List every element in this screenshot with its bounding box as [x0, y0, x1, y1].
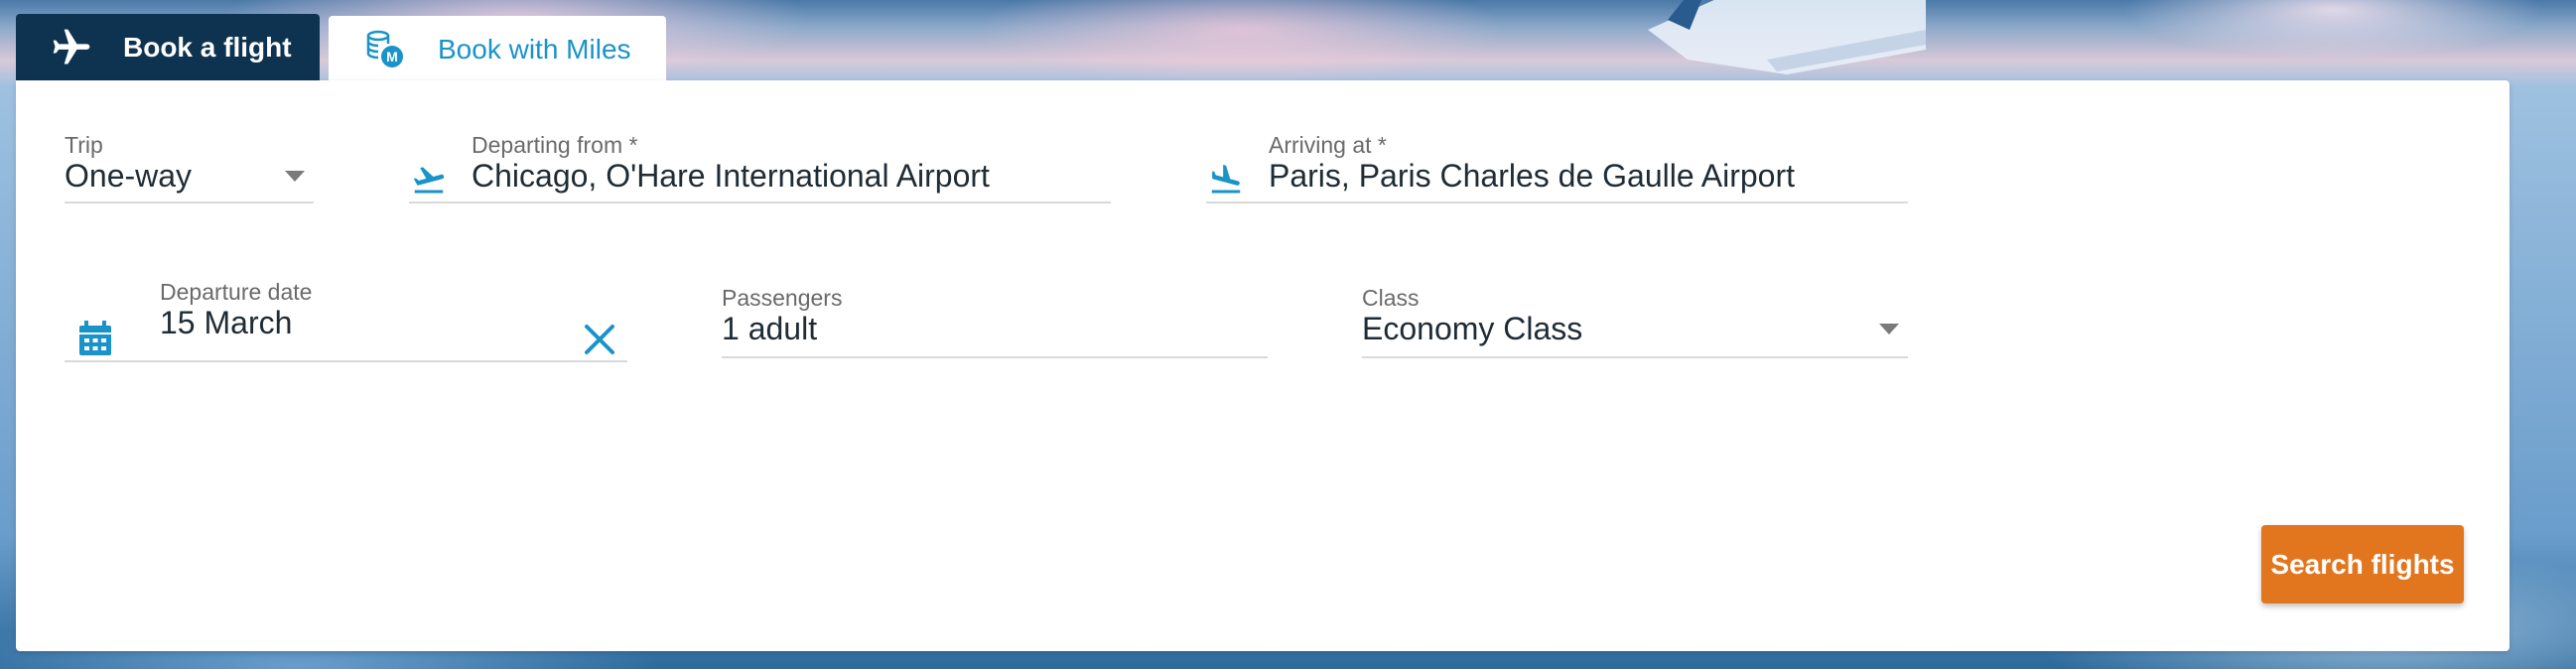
chevron-down-icon: [285, 170, 305, 188]
trip-label: Trip: [65, 132, 103, 158]
departing-from-value: Chicago, O'Hare International Airport: [472, 158, 990, 194]
tab-label: Book a flight: [123, 31, 292, 63]
trip-select[interactable]: Trip One-way: [65, 132, 314, 203]
arriving-at-value: Paris, Paris Charles de Gaulle Airport: [1269, 158, 1795, 194]
tab-book-with-miles[interactable]: M Book with Miles: [329, 16, 666, 82]
class-select[interactable]: Class Economy Class: [1362, 285, 1908, 358]
miles-coins-icon: M: [364, 28, 408, 71]
chevron-down-icon: [1879, 323, 1899, 340]
booking-form-panel: Trip One-way Departing from * Chicago, O…: [16, 80, 2509, 651]
tab-book-a-flight[interactable]: Book a flight: [16, 14, 320, 80]
passengers-field[interactable]: Passengers 1 adult: [722, 285, 1268, 358]
passengers-label: Passengers: [722, 285, 843, 311]
tab-label: Book with Miles: [438, 33, 631, 65]
departure-date-value: 15 March: [160, 305, 293, 340]
departing-from-label: Departing from *: [472, 132, 638, 158]
plane-icon: [50, 26, 93, 69]
departure-date-field[interactable]: Departure date 15 March: [65, 279, 627, 362]
svg-text:M: M: [386, 49, 398, 65]
search-flights-button[interactable]: Search flights: [2261, 525, 2464, 603]
trip-value: One-way: [65, 158, 193, 194]
passengers-value: 1 adult: [722, 311, 818, 346]
airplane-wing-image: [1648, 0, 1926, 74]
calendar-icon: [78, 321, 112, 361]
departure-date-label: Departure date: [160, 279, 313, 305]
close-icon[interactable]: [583, 323, 616, 361]
plane-takeoff-icon: [411, 162, 447, 202]
departing-from-field[interactable]: Departing from * Chicago, O'Hare Interna…: [409, 132, 1111, 203]
plane-landing-icon: [1208, 162, 1244, 202]
arriving-at-label: Arriving at *: [1269, 132, 1387, 158]
class-value: Economy Class: [1362, 311, 1583, 346]
booking-tabs: Book a flight M Book with Miles: [16, 14, 666, 82]
arriving-at-field[interactable]: Arriving at * Paris, Paris Charles de Ga…: [1206, 132, 1908, 203]
class-label: Class: [1362, 285, 1420, 311]
